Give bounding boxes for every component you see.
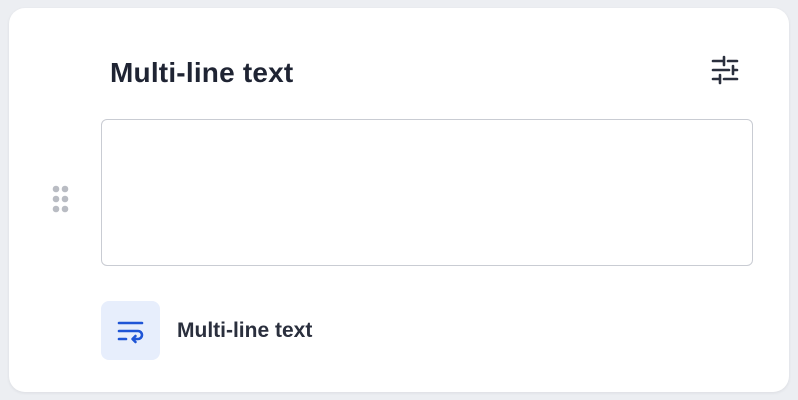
field-type-icon-box	[101, 301, 160, 360]
field-title: Multi-line text	[110, 57, 294, 88]
sliders-icon	[711, 55, 739, 85]
field-card: Multi-line text Multi-line text	[9, 8, 789, 392]
drag-handle[interactable]	[51, 184, 71, 216]
drag-handle-icon	[52, 185, 69, 213]
multiline-text-input[interactable]	[101, 119, 753, 266]
field-settings-button[interactable]	[705, 52, 745, 88]
field-type-badge: Multi-line text	[101, 301, 312, 360]
field-type-label: Multi-line text	[177, 318, 313, 342]
text-wrap-icon	[117, 321, 143, 343]
